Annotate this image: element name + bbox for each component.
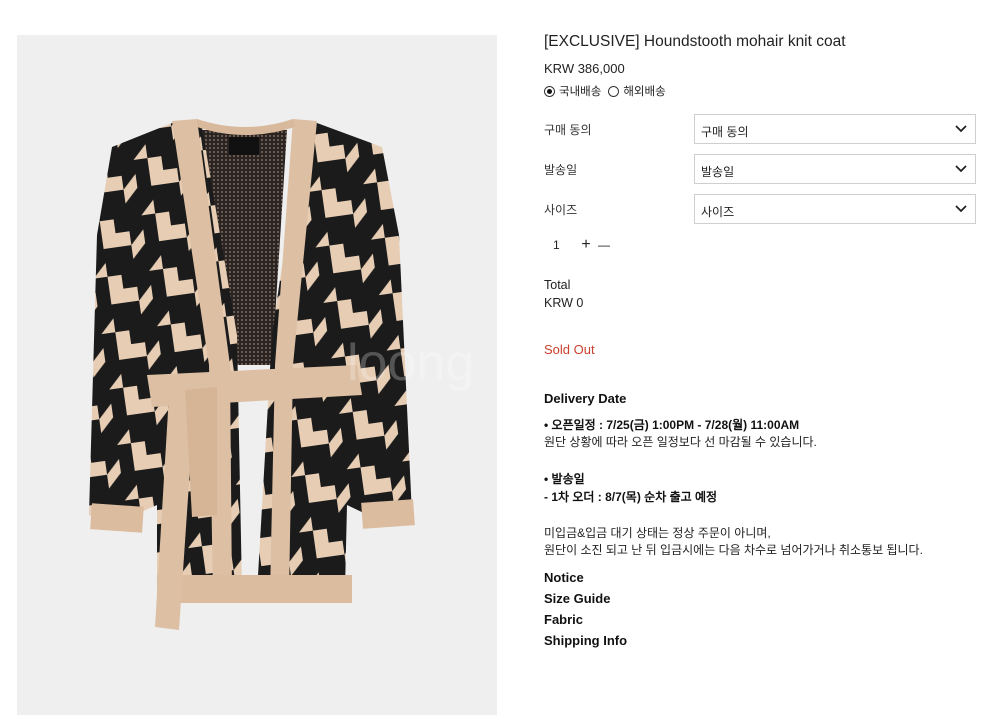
fabric-link[interactable]: Fabric: [544, 612, 583, 627]
sold-out-status: Sold Out: [544, 342, 595, 357]
delivery-first-order: - 1차 오더 : 8/7(목) 순차 출고 예정: [544, 490, 718, 504]
shipping-info-link[interactable]: Shipping Info: [544, 633, 627, 648]
shipping-overseas-label[interactable]: 해외배송: [623, 83, 665, 99]
chevron-down-icon: [955, 165, 967, 173]
notice-link[interactable]: Notice: [544, 570, 584, 585]
delivery-payment-note: 미입금&입금 대기 상태는 정상 주문이 아니며,: [544, 526, 771, 540]
svg-text:loong: loong: [347, 334, 474, 392]
select-value: 구매 동의: [701, 125, 749, 139]
option-row-agreement: 구매 동의 구매 동의: [544, 114, 977, 146]
radio-domestic[interactable]: [544, 85, 555, 97]
delivery-fabric-note: 원단이 소진 되고 난 뒤 입금시에는 다음 차수로 넘어가거나 취소통보 됩니…: [544, 543, 923, 557]
quantity-minus-button[interactable]: —: [595, 236, 613, 254]
agreement-select[interactable]: 구매 동의: [694, 114, 976, 144]
total-value: KRW 0: [544, 296, 584, 310]
option-label: 구매 동의: [544, 123, 592, 137]
size-select[interactable]: 사이즈: [694, 194, 976, 224]
option-row-size: 사이즈 사이즈: [544, 194, 977, 226]
quantity-plus-button[interactable]: +: [577, 236, 595, 254]
product-title: [EXCLUSIVE] Houndstooth mohair knit coat: [544, 33, 846, 50]
shipping-options: 국내배송 해외배송: [544, 83, 666, 99]
shipping-domestic-label[interactable]: 국내배송: [559, 83, 601, 99]
chevron-down-icon: [955, 125, 967, 133]
delivery-open-schedule: • 오픈일정 : 7/25(금) 1:00PM - 7/28(월) 11:00A…: [544, 418, 800, 432]
option-row-ship-date: 발송일 발송일: [544, 154, 977, 186]
product-image: loong: [17, 35, 497, 715]
option-label: 발송일: [544, 163, 578, 177]
select-value: 발송일: [701, 165, 735, 179]
ship-date-select[interactable]: 발송일: [694, 154, 976, 184]
delivery-note: 원단 상황에 따라 오픈 일정보다 선 마감될 수 있습니다.: [544, 435, 817, 449]
delivery-date-title: Delivery Date: [544, 391, 627, 406]
delivery-ship-date-heading: • 발송일: [544, 472, 585, 486]
quantity-stepper: 1 + —: [544, 236, 613, 254]
option-label: 사이즈: [544, 203, 578, 217]
radio-overseas[interactable]: [608, 85, 620, 97]
product-price: KRW 386,000: [544, 61, 625, 76]
size-guide-link[interactable]: Size Guide: [544, 591, 610, 606]
chevron-down-icon: [955, 205, 967, 213]
select-value: 사이즈: [701, 205, 735, 219]
quantity-value[interactable]: 1: [544, 238, 577, 252]
total-label: Total: [544, 278, 571, 292]
